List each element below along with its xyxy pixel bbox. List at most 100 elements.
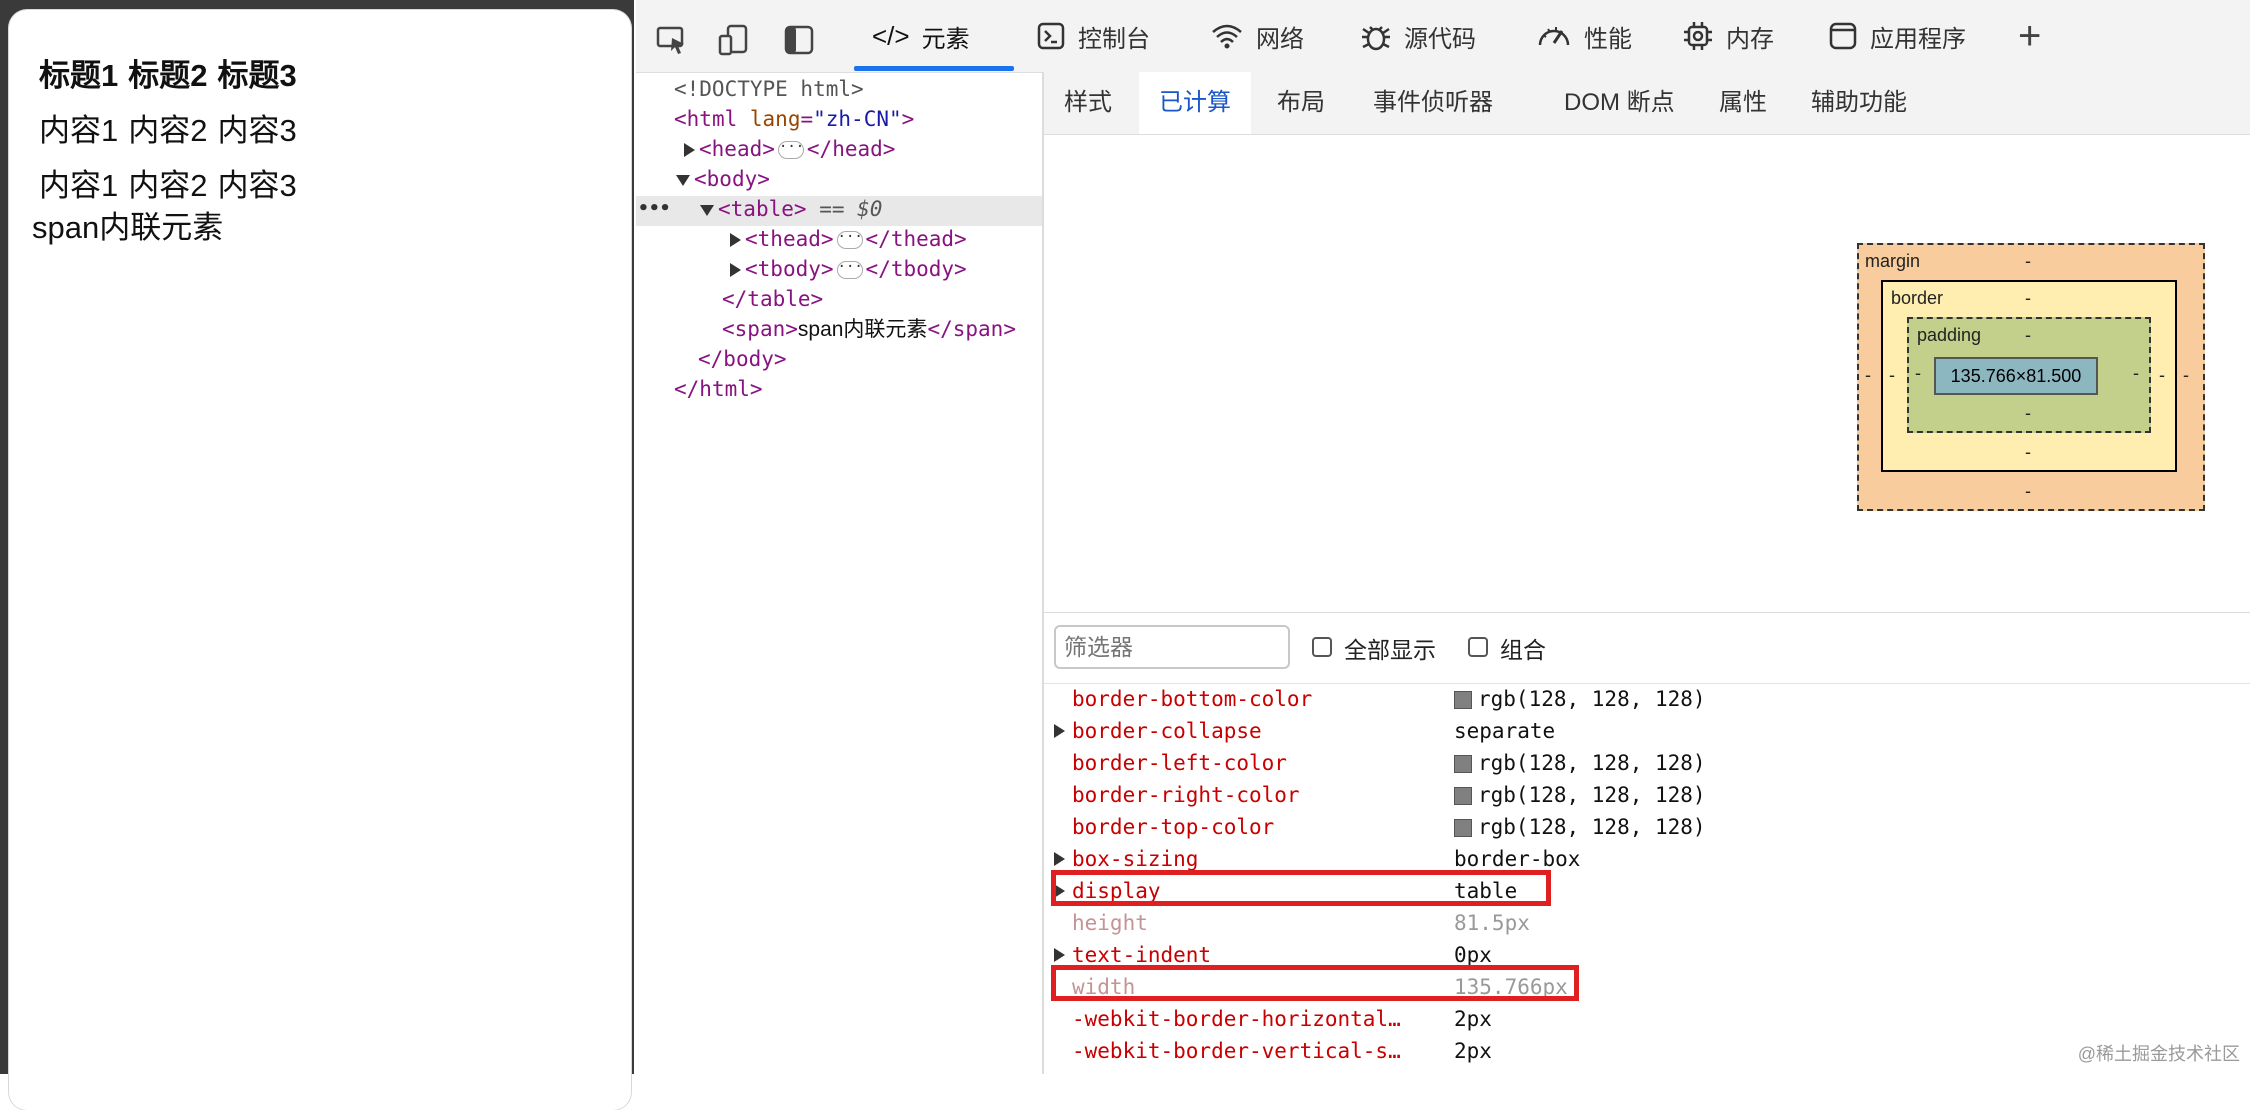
computed-property-row[interactable]: height 81.5px — [1044, 907, 2250, 939]
tag-name: table — [730, 197, 794, 221]
dom-node-span[interactable]: <span>span内联元素</span> — [722, 314, 1016, 345]
dom-node-thead[interactable]: <thead> ··· </thead> — [730, 224, 967, 254]
computed-property-row[interactable]: -webkit-border-vertical-s… 2px — [1044, 1035, 2250, 1067]
computed-property-row[interactable]: border-left-color rgb(128, 128, 128) — [1044, 747, 2250, 779]
table-cell: 内容3 — [217, 113, 297, 148]
property-value: rgb(128, 128, 128) — [1454, 747, 1706, 779]
node-menu-icon[interactable]: ••• — [638, 194, 671, 224]
dom-node-body[interactable]: <body> — [676, 164, 770, 194]
property-name: height — [1072, 911, 1148, 935]
inspect-element-icon[interactable] — [654, 22, 690, 58]
tab-network[interactable]: 网络 — [1210, 0, 1304, 72]
dom-node-body-close[interactable]: </body> — [698, 344, 787, 374]
dom-node-table[interactable]: <table> == $0 — [700, 194, 882, 224]
tag-name: /html — [686, 377, 750, 401]
tab-label: 性能 — [1584, 25, 1632, 53]
property-value-text: 81.5px — [1454, 911, 1530, 935]
table-header-cell: 标题1 — [39, 58, 119, 93]
property-value-text: rgb(128, 128, 128) — [1478, 815, 1706, 839]
margin-left-value: - — [1865, 365, 1871, 385]
computed-property-row[interactable]: border-collapse separate — [1044, 715, 2250, 747]
page-table: 标题1 标题2 标题3 内容1 内容2 内容3 内容1 内容2 内容3 — [31, 42, 305, 213]
bug-icon — [1362, 26, 1390, 51]
ellipsis-icon[interactable]: ··· — [836, 230, 863, 249]
subtab-accessibility[interactable]: 辅助功能 — [1791, 72, 1927, 134]
group-checkbox[interactable] — [1468, 637, 1488, 657]
tab-performance[interactable]: 性能 — [1536, 0, 1632, 72]
property-value-text: 2px — [1454, 1039, 1492, 1063]
tag-name: body — [706, 167, 758, 191]
tab-console[interactable]: 控制台 — [1036, 0, 1150, 72]
padding-top-value: - — [2025, 325, 2031, 345]
property-value-text: rgb(128, 128, 128) — [1478, 687, 1706, 711]
border-left-value: - — [1889, 365, 1895, 385]
tab-elements[interactable]: </> 元素 — [872, 0, 970, 72]
property-name: border-left-color — [1072, 751, 1287, 775]
chip-icon — [1684, 22, 1712, 50]
table-header-cell: 标题2 — [128, 58, 208, 93]
text-node: span内联元素 — [797, 318, 928, 341]
tag-name: /span — [940, 317, 1004, 341]
color-swatch-icon[interactable] — [1454, 691, 1472, 709]
dom-node-table-close[interactable]: </table> — [722, 284, 823, 314]
property-name: border-collapse — [1072, 719, 1262, 743]
highlight-width — [1051, 965, 1579, 1001]
property-value: 2px — [1454, 1035, 1492, 1067]
computed-property-row[interactable]: border-top-color rgb(128, 128, 128) — [1044, 811, 2250, 843]
border-label: border — [1891, 288, 1944, 308]
collapse-triangle-icon[interactable] — [676, 174, 690, 186]
show-all-checkbox[interactable] — [1312, 637, 1332, 657]
color-swatch-icon[interactable] — [1454, 787, 1472, 805]
ellipsis-icon[interactable]: ··· — [777, 140, 804, 159]
expand-triangle-icon[interactable] — [730, 233, 741, 247]
dom-node-doctype[interactable]: <!DOCTYPE html> — [674, 74, 864, 104]
dom-node-html[interactable]: <html lang="zh-CN"> — [674, 104, 914, 134]
add-tab-button[interactable]: + — [2018, 0, 2041, 72]
tab-label: 控制台 — [1078, 25, 1150, 53]
color-swatch-icon[interactable] — [1454, 755, 1472, 773]
tab-application[interactable]: 应用程序 — [1828, 0, 1966, 72]
subtab-styles[interactable]: 样式 — [1044, 72, 1132, 134]
subtab-properties[interactable]: 属性 — [1699, 72, 1787, 134]
dock-side-icon[interactable] — [781, 22, 817, 58]
subtab-dom-breakpoints[interactable]: DOM 断点 — [1544, 72, 1695, 134]
ellipsis-icon[interactable]: ··· — [836, 260, 863, 279]
tab-memory[interactable]: 内存 — [1682, 0, 1774, 72]
collapse-triangle-icon[interactable] — [700, 204, 714, 216]
page-viewport: 标题1 标题2 标题3 内容1 内容2 内容3 内容1 内容2 内容3 span… — [9, 10, 631, 1110]
attr-name: lang — [749, 107, 801, 131]
padding-right-value: - — [2133, 363, 2139, 383]
border-top-value: - — [2025, 288, 2031, 308]
group-label[interactable]: 组合 — [1500, 631, 1546, 665]
subtab-computed[interactable]: 已计算 — [1139, 72, 1251, 134]
computed-property-row[interactable]: border-right-color rgb(128, 128, 128) — [1044, 779, 2250, 811]
color-swatch-icon[interactable] — [1454, 819, 1472, 837]
expand-triangle-icon[interactable] — [1054, 724, 1065, 738]
property-name: border-top-color — [1072, 815, 1275, 839]
dom-node-tbody[interactable]: <tbody> ··· </tbody> — [730, 254, 967, 284]
device-toolbar-icon[interactable] — [716, 22, 752, 58]
dom-node-html-close[interactable]: </html> — [674, 374, 763, 404]
tab-sources[interactable]: 源代码 — [1360, 0, 1476, 72]
expand-triangle-icon[interactable] — [1054, 948, 1065, 962]
expand-triangle-icon[interactable] — [730, 263, 741, 277]
show-all-label[interactable]: 全部显示 — [1344, 631, 1436, 665]
computed-property-row[interactable]: border-bottom-color rgb(128, 128, 128) — [1044, 683, 2250, 715]
box-model-content[interactable]: 135.766×81.500 — [1934, 357, 2098, 395]
table-cell: 内容2 — [128, 168, 208, 203]
window-icon — [1829, 22, 1857, 50]
filter-input[interactable] — [1054, 625, 1290, 669]
table-cell: 内容1 — [39, 168, 119, 203]
subtab-event-listeners[interactable]: 事件侦听器 — [1353, 72, 1513, 134]
computed-property-row[interactable]: -webkit-border-horizontal… 2px — [1044, 1003, 2250, 1035]
property-value-text: rgb(128, 128, 128) — [1478, 751, 1706, 775]
dom-node-head[interactable]: <head> ··· </head> — [684, 134, 895, 164]
expand-triangle-icon[interactable] — [684, 143, 695, 157]
property-value-text: rgb(128, 128, 128) — [1478, 783, 1706, 807]
tag-name: /thead — [878, 227, 955, 251]
table-cell: 内容3 — [217, 168, 297, 203]
expand-triangle-icon[interactable] — [1054, 852, 1065, 866]
subtab-layout[interactable]: 布局 — [1257, 72, 1345, 134]
page-inline-span: span内联元素 — [32, 210, 224, 245]
table-header-row: 标题1 标题2 标题3 — [37, 48, 299, 97]
